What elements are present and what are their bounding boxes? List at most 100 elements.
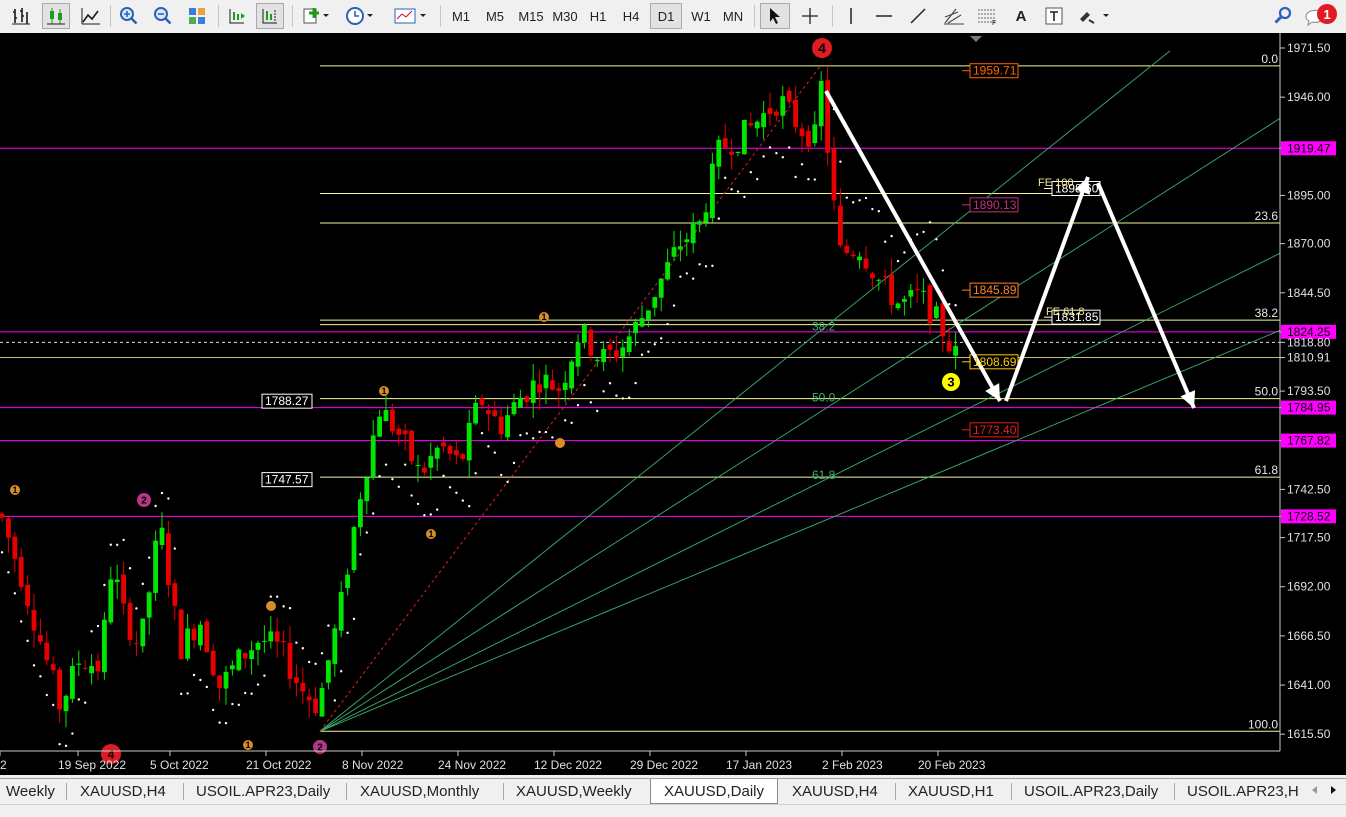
candle-body bbox=[729, 151, 734, 155]
price-axis-label: 1641.00 bbox=[1287, 678, 1331, 692]
candle-body bbox=[50, 664, 56, 671]
tab-usoil-daily[interactable]: USOIL.APR23,Daily bbox=[190, 779, 336, 804]
vertical-line-icon[interactable] bbox=[838, 3, 864, 29]
sar-dot bbox=[288, 606, 292, 610]
tab-weekly[interactable]: Weekly bbox=[0, 779, 61, 804]
cursor-icon[interactable] bbox=[760, 3, 790, 29]
candle-body bbox=[479, 398, 485, 405]
date-axis-label: 21 Oct 2022 bbox=[246, 758, 312, 772]
trendline-icon[interactable] bbox=[904, 3, 932, 29]
auto-scroll-icon[interactable] bbox=[224, 3, 250, 29]
indicators-icon[interactable] bbox=[390, 3, 430, 29]
arrow-objects-icon[interactable] bbox=[1074, 3, 1114, 29]
tab-usoil-daily-2[interactable]: USOIL.APR23,Daily bbox=[1018, 779, 1164, 804]
timeframe-h1[interactable]: H1 bbox=[583, 3, 613, 29]
tab-usoil-h[interactable]: USOIL.APR23,H bbox=[1181, 779, 1305, 804]
text-label-icon[interactable] bbox=[1040, 3, 1068, 29]
sar-dot bbox=[653, 343, 656, 346]
candle-body bbox=[588, 329, 594, 356]
chart-canvas[interactable]: 0.0 23.6 38.2 50.0 61.8 100.0 38.2 50.0 61.8 1959… bbox=[0, 33, 1346, 775]
timeframe-m30[interactable]: M30 bbox=[550, 3, 580, 29]
tab-xauusd-weekly[interactable]: XAUUSD,Weekly bbox=[510, 779, 638, 804]
history-clock-icon[interactable] bbox=[342, 3, 378, 29]
sar-dot bbox=[519, 433, 522, 437]
tab-xauusd-h4[interactable]: XAUUSD,H4 bbox=[74, 779, 172, 804]
fibonacci-retracement-icon[interactable]: F bbox=[972, 3, 1004, 29]
price-chart[interactable]: 0.0 23.6 38.2 50.0 61.8 100.0 38.2 50.0 61.8 1959… bbox=[0, 33, 1346, 775]
fibo-level-label: 50.0 bbox=[1255, 385, 1279, 399]
tile-windows-icon[interactable] bbox=[184, 3, 210, 29]
candle-body bbox=[748, 123, 754, 126]
candle-body bbox=[383, 409, 389, 421]
timeframe-d1[interactable]: D1 bbox=[650, 3, 682, 29]
candle-body bbox=[236, 649, 242, 671]
sar-dot bbox=[634, 381, 637, 385]
fe-label: FE 61.8 bbox=[1046, 306, 1085, 318]
new-order-icon[interactable] bbox=[298, 3, 332, 29]
svg-text:F: F bbox=[992, 20, 996, 26]
sar-dot bbox=[551, 436, 554, 439]
candle-body bbox=[0, 513, 5, 518]
candle-body bbox=[524, 396, 530, 403]
notification-icon[interactable]: 1 bbox=[1302, 3, 1342, 29]
horizontal-line-icon[interactable] bbox=[870, 3, 898, 29]
sar-dot bbox=[320, 652, 324, 655]
candle-body bbox=[857, 256, 862, 261]
timeframe-mn[interactable]: MN bbox=[718, 3, 748, 29]
candle-body bbox=[223, 671, 229, 689]
chart-shift-icon[interactable] bbox=[256, 3, 284, 29]
sar-dot bbox=[90, 630, 93, 633]
candle-body bbox=[166, 533, 171, 586]
tab-xauusd-daily[interactable]: XAUUSD,Daily bbox=[650, 779, 778, 804]
candle-body bbox=[191, 628, 197, 641]
tab-xauusd-h4-2[interactable]: XAUUSD,H4 bbox=[786, 779, 884, 804]
bar-chart-icon[interactable] bbox=[8, 3, 34, 29]
zoom-in-icon[interactable] bbox=[116, 3, 142, 29]
zoom-out-icon[interactable] bbox=[150, 3, 176, 29]
search-icon[interactable] bbox=[1270, 3, 1296, 29]
price-axis-label: 1919.47 bbox=[1287, 141, 1331, 155]
candle-body bbox=[82, 667, 88, 669]
date-axis-label: 24 Nov 2022 bbox=[438, 758, 506, 772]
candlestick-chart-icon[interactable] bbox=[42, 3, 70, 29]
sar-dot bbox=[903, 251, 906, 254]
sar-dot bbox=[596, 409, 599, 413]
candle-body bbox=[601, 349, 606, 363]
price-axis-label: 1784.95 bbox=[1287, 401, 1331, 415]
crosshair-icon[interactable] bbox=[796, 3, 824, 29]
text-tool-button[interactable]: A bbox=[1008, 3, 1034, 29]
tab-scroll-left-icon[interactable] bbox=[1306, 778, 1324, 802]
wave-label: 1 bbox=[245, 740, 250, 750]
candle-body bbox=[921, 290, 926, 292]
timeframe-h4[interactable]: H4 bbox=[616, 3, 646, 29]
timeframe-w1[interactable]: W1 bbox=[686, 3, 716, 29]
tab-xauusd-monthly[interactable]: XAUUSD,Monthly bbox=[354, 779, 485, 804]
candle-body bbox=[614, 350, 619, 359]
sar-dot bbox=[730, 188, 733, 191]
timeframe-m1[interactable]: M1 bbox=[446, 3, 476, 29]
sar-dot bbox=[474, 472, 477, 475]
timeframe-m5[interactable]: M5 bbox=[480, 3, 510, 29]
candle-body bbox=[870, 273, 875, 279]
price-axis-label: 1615.50 bbox=[1287, 727, 1331, 741]
candle-body bbox=[63, 695, 69, 712]
price-axis-label: 1844.50 bbox=[1287, 286, 1331, 300]
timeframe-m15[interactable]: M15 bbox=[514, 3, 548, 29]
fibonacci-expansion-icon[interactable] bbox=[938, 3, 970, 29]
candle-body bbox=[511, 402, 517, 415]
candle-body bbox=[332, 628, 338, 664]
sar-dot bbox=[256, 683, 260, 686]
candle-body bbox=[249, 650, 254, 660]
sar-dot bbox=[352, 617, 356, 621]
candle-body bbox=[108, 579, 114, 623]
tab-xauusd-h1[interactable]: XAUUSD,H1 bbox=[902, 779, 1000, 804]
sar-dot bbox=[45, 693, 48, 697]
candle-body bbox=[774, 111, 779, 116]
line-chart-icon[interactable] bbox=[78, 3, 104, 29]
candle-body bbox=[146, 592, 152, 618]
sar-dot bbox=[468, 504, 471, 508]
sar-dot bbox=[32, 664, 36, 667]
candle-body bbox=[678, 246, 683, 250]
tab-scroll-right-icon[interactable] bbox=[1324, 778, 1342, 802]
sar-dot bbox=[423, 514, 426, 517]
